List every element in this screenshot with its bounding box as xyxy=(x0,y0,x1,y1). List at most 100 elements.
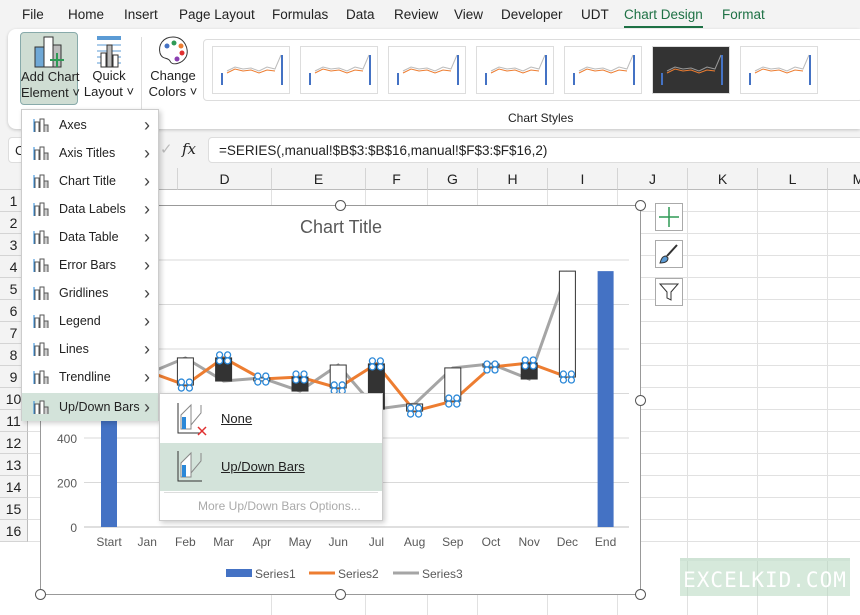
tab-insert[interactable]: Insert xyxy=(124,7,158,22)
menu-item-axis-titles[interactable]: Axis Titles › xyxy=(22,139,158,167)
legend-entry[interactable]: Series3 xyxy=(422,567,463,581)
chart-styles-gallery[interactable] xyxy=(203,39,860,101)
chart-style-thumbnail[interactable] xyxy=(212,46,290,94)
resize-handle[interactable] xyxy=(35,589,46,600)
column-header-E[interactable]: E xyxy=(272,168,366,190)
add-chart-element-button[interactable]: Add Chart Element ˅ xyxy=(20,32,80,105)
trendline-icon xyxy=(33,370,49,384)
x-tick-label: Dec xyxy=(557,535,578,549)
selection-marker xyxy=(223,351,232,359)
selection-marker xyxy=(491,360,499,368)
enter-icon[interactable]: ✓ xyxy=(160,140,173,158)
selection-marker xyxy=(177,378,186,386)
column-header-F[interactable]: F xyxy=(366,168,428,190)
menu-item-error-bars[interactable]: Error Bars › xyxy=(22,251,158,279)
insert-function-icon[interactable]: fx xyxy=(182,140,196,158)
column-header-M[interactable]: M xyxy=(828,168,860,190)
tab-view[interactable]: View xyxy=(454,7,483,22)
menu-item-gridlines[interactable]: Gridlines › xyxy=(22,279,158,307)
filter-icon xyxy=(658,283,680,301)
legend-entry[interactable]: Series1 xyxy=(255,567,296,581)
tab-review[interactable]: Review xyxy=(394,7,438,22)
column-header-H[interactable]: H xyxy=(478,168,548,190)
column-header-L[interactable]: L xyxy=(758,168,828,190)
menu-item-label: Data Labels xyxy=(59,202,126,216)
tab-data[interactable]: Data xyxy=(346,7,375,22)
ribbon-divider xyxy=(141,37,142,117)
axis-titles-icon xyxy=(33,146,49,160)
chart-style-thumbnail[interactable] xyxy=(476,46,554,94)
chart-style-thumbnail[interactable] xyxy=(652,46,730,94)
up-down-bars-submenu: None Up/Down Bars More Up/Down Bars Opti… xyxy=(159,393,383,521)
up-bar[interactable] xyxy=(558,270,576,378)
menu-item-lines[interactable]: Lines › xyxy=(22,335,158,363)
submenu-item-up-down-bars[interactable]: Up/Down Bars xyxy=(160,443,382,491)
change-colors-button[interactable]: Change Colors ˅ xyxy=(146,32,200,105)
row-header-13[interactable]: 13 xyxy=(0,454,28,476)
menu-item-up-down-bars[interactable]: Up/Down Bars › xyxy=(22,393,158,421)
error-bars-icon xyxy=(33,258,49,272)
tab-udt[interactable]: UDT xyxy=(581,7,609,22)
column-header-D[interactable]: D xyxy=(178,168,272,190)
chart-style-thumbnail[interactable] xyxy=(300,46,378,94)
resize-handle[interactable] xyxy=(335,200,346,211)
tab-page-layout[interactable]: Page Layout xyxy=(179,7,255,22)
x-tick-label: Start xyxy=(96,535,122,549)
more-up-down-bars-options[interactable]: More Up/Down Bars Options... xyxy=(198,499,361,513)
tab-chart-design[interactable]: Chart Design xyxy=(624,7,703,28)
submenu-updown-label: Up/Down Bars xyxy=(221,459,305,474)
row-header-15[interactable]: 15 xyxy=(0,498,28,520)
y-tick-label: 200 xyxy=(57,477,77,491)
menu-item-data-labels[interactable]: Data Labels › xyxy=(22,195,158,223)
row-header-12[interactable]: 12 xyxy=(0,432,28,454)
column-header-K[interactable]: K xyxy=(688,168,758,190)
selection-marker xyxy=(262,372,270,380)
resize-handle[interactable] xyxy=(635,200,646,211)
selection-marker xyxy=(185,378,194,386)
tab-home[interactable]: Home xyxy=(68,7,104,22)
selection-marker xyxy=(567,370,576,378)
tab-developer[interactable]: Developer xyxy=(501,7,563,22)
chart-style-thumbnail[interactable] xyxy=(740,46,818,94)
tab-format[interactable]: Format xyxy=(722,7,765,22)
line-series3[interactable] xyxy=(146,270,569,411)
menu-item-legend[interactable]: Legend › xyxy=(22,307,158,335)
selection-marker xyxy=(376,357,385,365)
chart-style-thumbnail[interactable] xyxy=(388,46,466,94)
formula-input[interactable]: =SERIES(,manual!$B$3:$B$16,manual!$F$3:$… xyxy=(208,137,860,163)
x-tick-label: Jan xyxy=(138,535,157,549)
resize-handle[interactable] xyxy=(335,589,346,600)
selection-marker xyxy=(414,404,423,412)
row-header-14[interactable]: 14 xyxy=(0,476,28,498)
bar-series1[interactable] xyxy=(597,271,614,527)
row-header-16[interactable]: 16 xyxy=(0,520,28,542)
selection-marker xyxy=(338,381,346,389)
chart-title[interactable]: Chart Title xyxy=(300,217,382,237)
chart-filters-button[interactable] xyxy=(655,278,683,306)
tab-file[interactable]: File xyxy=(22,7,44,22)
chart-style-thumbnail[interactable] xyxy=(564,46,642,94)
menu-item-label: Axes xyxy=(59,118,87,132)
quick-layout-label: Quick xyxy=(92,68,126,83)
tab-formulas[interactable]: Formulas xyxy=(272,7,328,22)
chart-elements-button[interactable] xyxy=(655,203,683,231)
quick-layout-button[interactable]: Quick Layout ˅ xyxy=(82,32,136,105)
resize-handle[interactable] xyxy=(635,589,646,600)
chart-styles-button[interactable] xyxy=(655,240,683,268)
menu-item-data-table[interactable]: Data Table › xyxy=(22,223,158,251)
menu-item-trendline[interactable]: Trendline › xyxy=(22,363,158,391)
column-header-I[interactable]: I xyxy=(548,168,618,190)
submenu-item-none[interactable]: None xyxy=(160,395,382,443)
selection-marker xyxy=(529,362,537,370)
change-colors-label: Change xyxy=(150,68,196,83)
column-header-G[interactable]: G xyxy=(428,168,478,190)
watermark-logo: EXCELKID.COM xyxy=(680,558,850,596)
resize-handle[interactable] xyxy=(635,395,646,406)
column-header-J[interactable]: J xyxy=(618,168,688,190)
palette-icon xyxy=(159,36,188,65)
menu-item-chart-title[interactable]: Chart Title › xyxy=(22,167,158,195)
selection-marker xyxy=(292,376,300,384)
legend-entry[interactable]: Series2 xyxy=(338,567,379,581)
selection-marker xyxy=(483,366,491,374)
menu-item-axes[interactable]: Axes › xyxy=(22,111,158,139)
